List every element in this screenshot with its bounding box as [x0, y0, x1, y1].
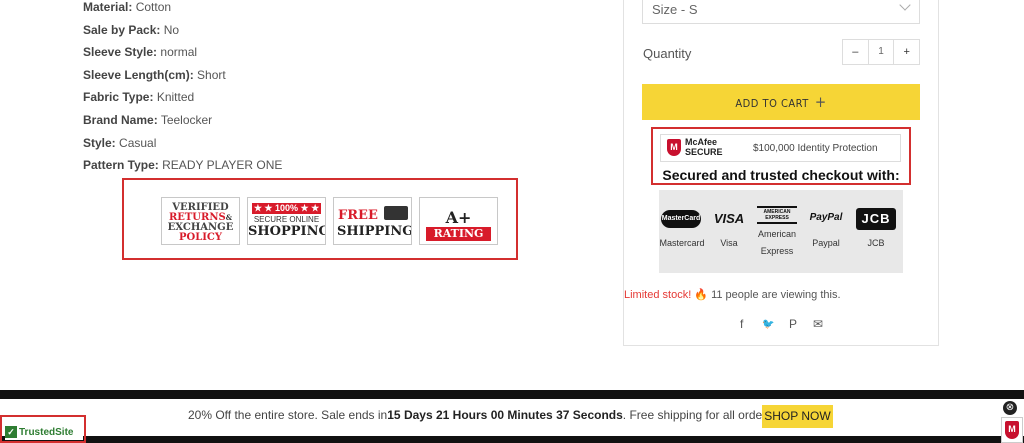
mcafee-floating-badge[interactable]: M — [1001, 417, 1023, 443]
bottom-border — [0, 436, 1024, 443]
truck-icon — [384, 206, 408, 220]
payment-methods: MasterCard Mastercard VISA Visa AMERICAN… — [659, 190, 903, 273]
spec-brand-name: Brand Name: Teelocker — [83, 113, 213, 127]
pinterest-icon[interactable]: P — [789, 317, 797, 331]
top-border — [0, 390, 1024, 399]
email-icon[interactable]: ✉ — [813, 317, 823, 331]
spec-sleeve-length: Sleeve Length(cm): Short — [83, 68, 226, 82]
qty-decrease-button[interactable]: – — [843, 40, 868, 64]
fire-icon: 🔥 — [694, 289, 709, 301]
quantity-stepper[interactable]: – 1 + — [842, 39, 920, 65]
mcafee-shield-icon: M — [667, 139, 681, 156]
paypal-icon: PayPal — [809, 212, 843, 223]
amex-icon: AMERICAN EXPRESS — [757, 206, 797, 224]
spec-style: Style: Casual — [83, 136, 157, 150]
check-icon: ✓ — [5, 426, 17, 438]
plus-icon: + — [814, 93, 827, 111]
qty-input[interactable]: 1 — [867, 40, 895, 64]
returns-badge: VERIFIED RETURNS& EXCHANGE POLICY — [161, 197, 240, 245]
free-shipping-badge: FREE SHIPPING — [333, 197, 412, 245]
spec-sleeve-style: Sleeve Style: normal — [83, 45, 198, 59]
stock-notice: Limited stock! 🔥 11 people are viewing t… — [624, 289, 841, 301]
spec-sale-by-pack: Sale by Pack: No — [83, 23, 180, 37]
add-to-cart-button[interactable]: ADD TO CART + — [642, 84, 920, 120]
twitter-icon[interactable]: 🐦 — [762, 319, 774, 330]
mastercard-icon: MasterCard — [661, 210, 701, 228]
facebook-icon[interactable]: f — [740, 317, 743, 331]
mcafee-badge[interactable]: M McAfee SECURE $100,000 Identity Protect… — [660, 134, 901, 162]
spec-material: Material: Cotton — [83, 0, 172, 14]
promo-text: 20% Off the entire store. Sale ends in15… — [188, 408, 776, 422]
rating-badge: A+ RATING — [419, 197, 498, 245]
spec-pattern-type: Pattern Type: READY PLAYER ONE — [83, 158, 283, 172]
secured-checkout-text: Secured and trusted checkout with: — [662, 167, 900, 183]
spec-fabric-type: Fabric Type: Knitted — [83, 90, 195, 104]
mcafee-shield-icon: M — [1005, 421, 1019, 439]
qty-increase-button[interactable]: + — [894, 40, 919, 64]
trustedsite-badge[interactable]: ✓ TrustedSite — [5, 426, 83, 440]
shop-now-button[interactable]: SHOP NOW — [762, 405, 833, 428]
chevron-down-icon — [899, 0, 911, 11]
secure-shopping-badge: ★ ★ 100% ★ ★ SECURE ONLINE SHOPPING — [247, 197, 326, 245]
jcb-icon: JCB — [856, 208, 896, 230]
quantity-label: Quantity — [643, 46, 692, 61]
size-select[interactable]: Size - S — [642, 0, 920, 24]
visa-icon: VISA — [713, 211, 745, 226]
close-icon[interactable]: ⊗ — [1003, 401, 1017, 415]
